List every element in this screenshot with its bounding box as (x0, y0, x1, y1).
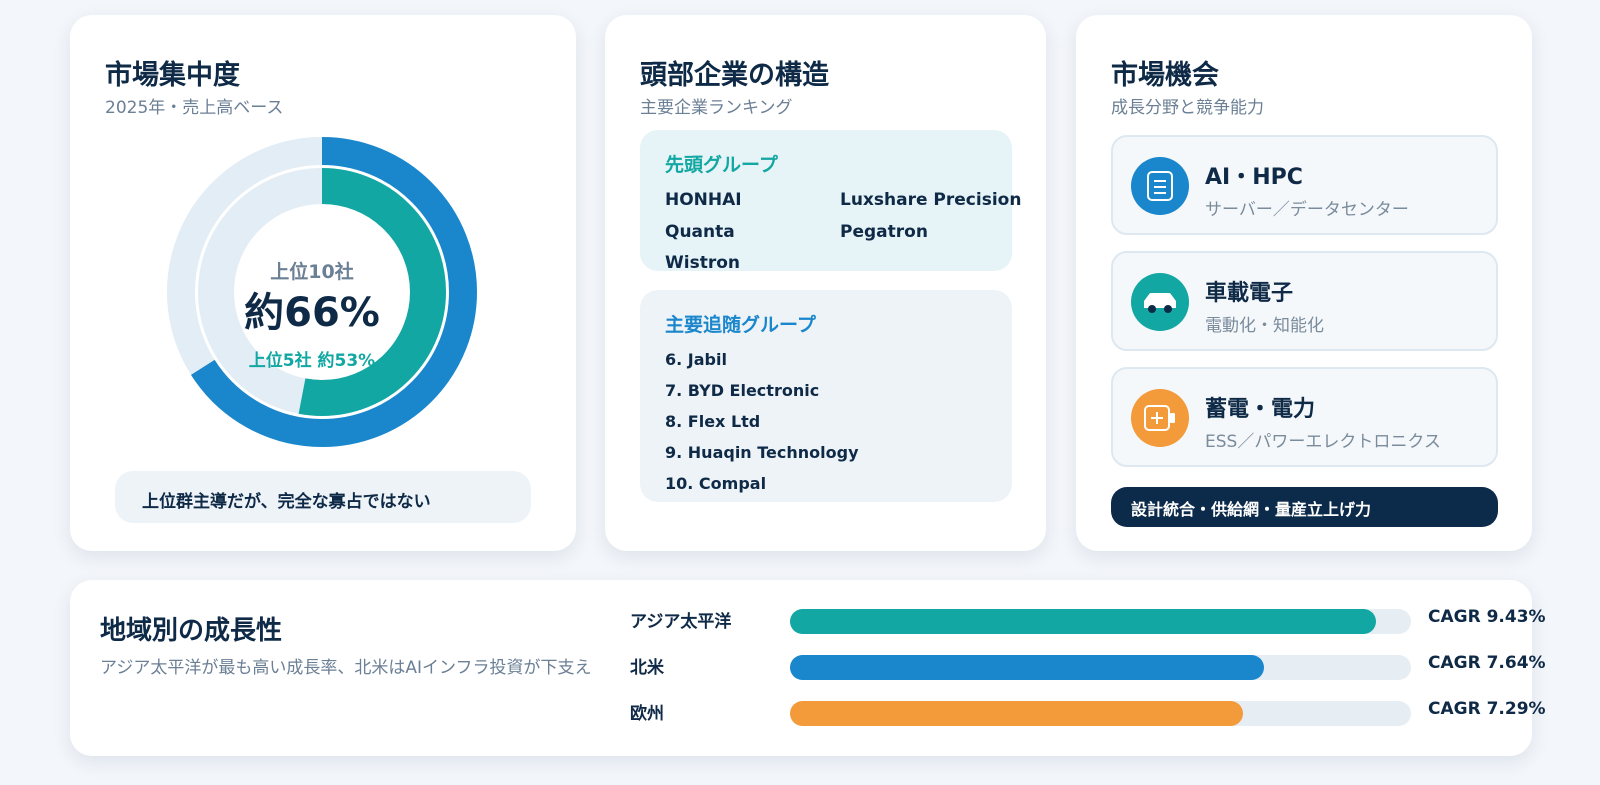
lead-company: Pegatron (840, 222, 928, 242)
bar-fill-north-america (790, 655, 1264, 680)
concentration-note: 上位群主導だが、完全な寡占ではない (115, 471, 531, 523)
lead-company: Quanta (665, 222, 735, 242)
bar-track-apac (790, 609, 1411, 634)
bar-track-europe (790, 701, 1411, 726)
bar-fill-apac (790, 609, 1376, 634)
opportunity-subtitle: 電動化・知能化 (1205, 316, 1324, 336)
bar-value-apac: CAGR 9.43% (1428, 607, 1546, 627)
follow-company: 10. Compal (665, 474, 767, 493)
car-icon (1131, 273, 1189, 331)
bar-value-europe: CAGR 7.29% (1428, 699, 1546, 719)
follow-group-panel: 主要追随グループ 6. Jabil 7. BYD Electronic 8. F… (640, 290, 1012, 502)
bar-fill-europe (790, 701, 1243, 726)
opportunity-subtitle: ESS／パワーエレクトロニクス (1205, 432, 1441, 452)
bar-value-north-america: CAGR 7.64% (1428, 653, 1546, 673)
concentration-title: 市場集中度 (105, 60, 240, 91)
follow-company: 7. BYD Electronic (665, 381, 820, 400)
regional-growth-card: 地域別の成長性 アジア太平洋が最も高い成長率、北米はAIインフラ投資が下支え ア… (70, 580, 1546, 756)
opportunity-energy-storage: 蓄電・電力 ESS／パワーエレクトロニクス (1111, 367, 1498, 467)
lead-company: HONHAI (665, 190, 742, 210)
bar-label-europe: 欧州 (630, 704, 664, 724)
opportunity-title: 蓄電・電力 (1205, 397, 1316, 422)
document-icon (1131, 157, 1189, 215)
leaders-subtitle: 主要企業ランキング (640, 98, 793, 118)
regional-subtitle: アジア太平洋が最も高い成長率、北米はAIインフラ投資が下支え (100, 658, 592, 678)
opportunity-title: 車載電子 (1205, 281, 1294, 306)
capability-banner: 設計統合・供給網・量産立上げ力 (1111, 487, 1498, 527)
leaders-title: 頭部企業の構造 (640, 60, 829, 91)
follow-company: 6. Jabil (665, 350, 727, 369)
donut-center-value: 約66% (244, 290, 380, 336)
opportunity-title: AI・HPC (1205, 165, 1303, 190)
lead-company: Wistron (665, 253, 740, 273)
lead-group-title: 先頭グループ (665, 154, 778, 176)
market-concentration-card: 市場集中度 2025年・売上高ベース 上位10社 約66% 上位5社 約53% … (70, 15, 576, 551)
lead-group-panel: 先頭グループ HONHAI Luxshare Precision Quanta … (640, 130, 1021, 273)
market-opportunities-card: 市場機会 成長分野と競争能力 AI・HPC サーバー／データセンター 車載電子 … (1076, 15, 1532, 551)
follow-group-title: 主要追随グループ (665, 314, 816, 336)
opportunity-subtitle: サーバー／データセンター (1205, 200, 1409, 220)
bar-label-north-america: 北米 (630, 658, 664, 678)
concentration-donut-chart: 上位10社 約66% 上位5社 約53% (167, 137, 477, 447)
battery-icon (1131, 389, 1189, 447)
opportunity-ai-hpc: AI・HPC サーバー／データセンター (1111, 135, 1498, 235)
opportunity-automotive: 車載電子 電動化・知能化 (1111, 251, 1498, 351)
leading-companies-card: 頭部企業の構造 主要企業ランキング 先頭グループ HONHAI Luxshare… (605, 15, 1046, 551)
follow-company: 8. Flex Ltd (665, 412, 761, 431)
donut-center-sub: 上位5社 約53% (249, 350, 375, 371)
donut-center-label: 上位10社 (270, 260, 353, 283)
regional-title: 地域別の成長性 (100, 616, 283, 646)
bar-label-apac: アジア太平洋 (630, 612, 732, 632)
opportunities-subtitle: 成長分野と競争能力 (1111, 98, 1264, 118)
bar-track-north-america (790, 655, 1411, 680)
follow-company: 9. Huaqin Technology (665, 443, 859, 462)
concentration-subtitle: 2025年・売上高ベース (105, 98, 284, 118)
opportunities-title: 市場機会 (1111, 60, 1219, 91)
lead-company: Luxshare Precision (840, 190, 1022, 210)
